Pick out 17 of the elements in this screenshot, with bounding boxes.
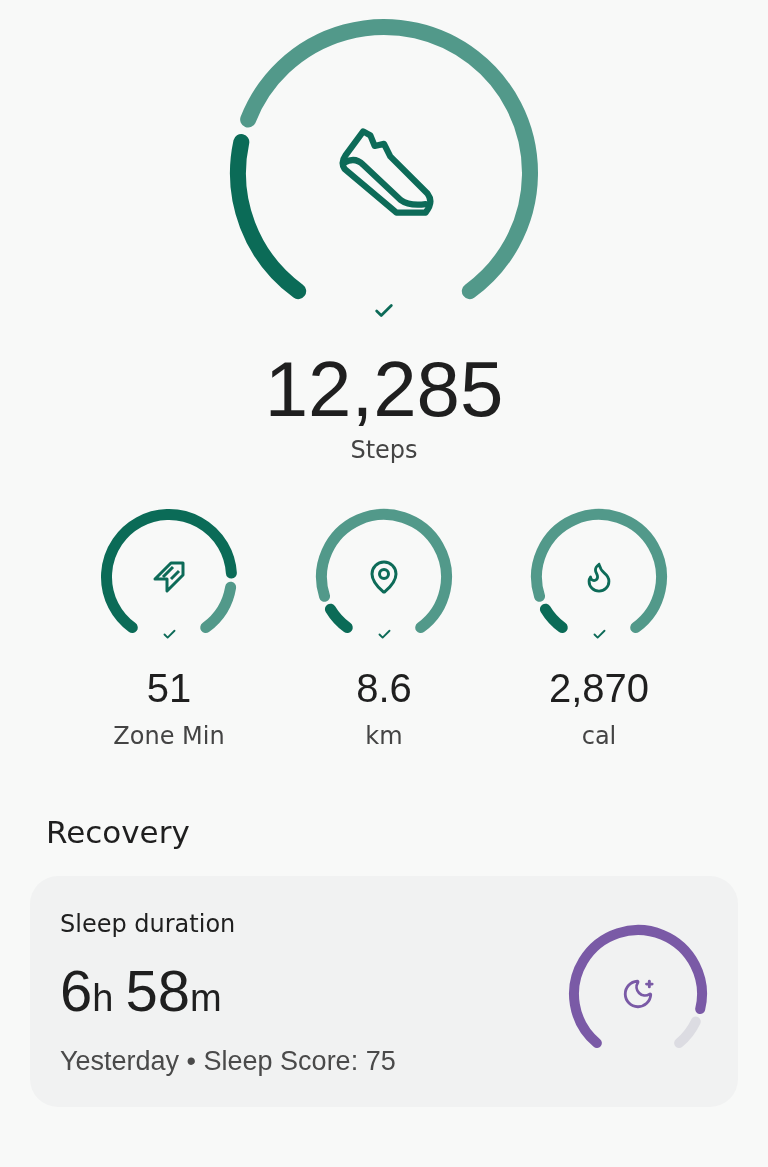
section-heading: Recovery (46, 814, 190, 850)
chevron-arrow-icon (151, 559, 187, 595)
ring-fill (539, 603, 568, 634)
card-title: Sleep duration (60, 910, 237, 938)
metric-value: 2,870 (548, 668, 650, 708)
ring-fill (324, 603, 353, 634)
steps-count: 12,285 (264, 350, 504, 428)
metric-value: 8.6 (356, 668, 412, 708)
metric-value: 51 (146, 668, 192, 708)
metric-label: km (365, 722, 403, 750)
sleep-card[interactable]: Sleep duration 6h 58m Yesterday • Sleep Score: 75 (30, 876, 738, 1107)
metric-label: Zone Min (113, 722, 225, 750)
metric-label: cal (581, 722, 617, 750)
sleep-duration: 6h 58m (60, 962, 223, 1020)
ring-track (200, 581, 237, 634)
sleep-summary: Yesterday • Sleep Score: 75 (60, 1046, 396, 1077)
steps-label: Steps (350, 436, 418, 464)
